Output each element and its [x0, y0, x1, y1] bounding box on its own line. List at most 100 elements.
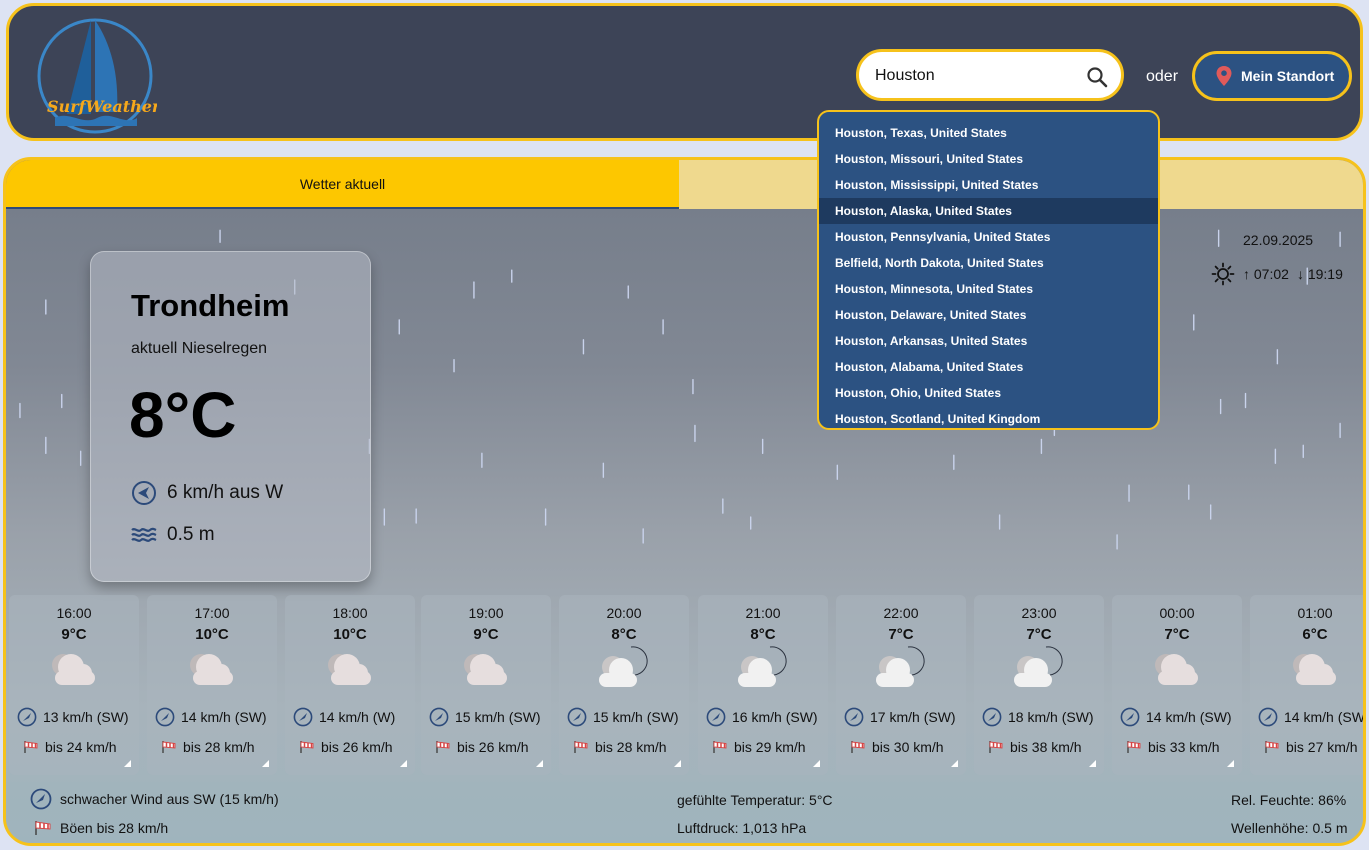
suggestion-item[interactable]: Houston, Mississippi, United States	[819, 172, 1158, 198]
hour-gust-text: bis 29 km/h	[734, 739, 806, 755]
windsock-icon	[300, 741, 314, 753]
wind-direction-icon	[293, 707, 313, 727]
hour-time: 18:00	[332, 605, 368, 621]
hourly-card[interactable]: 17:00 10°C 14 km/h (SW) bis 28 km/h	[147, 595, 277, 775]
suggestion-item[interactable]: Houston, Alabama, United States	[819, 354, 1158, 380]
city-name: Trondheim	[131, 288, 290, 323]
windsock-icon	[35, 821, 51, 835]
hourly-card[interactable]: 19:00 9°C 15 km/h (SW) bis 26 km/h	[421, 595, 551, 775]
suggestion-item[interactable]: Houston, Scotland, United Kingdom	[819, 406, 1158, 428]
hour-wind: 15 km/h (SW)	[567, 707, 679, 727]
current-wind: 6 km/h aus W	[131, 480, 283, 506]
expand-corner-icon	[813, 760, 820, 767]
expand-corner-icon	[1227, 760, 1234, 767]
suggestion-item[interactable]: Houston, Alaska, United States	[819, 198, 1158, 224]
hour-gust-text: bis 28 km/h	[183, 739, 255, 755]
hour-gust-text: bis 38 km/h	[1010, 739, 1082, 755]
expand-corner-icon	[1089, 760, 1096, 767]
hour-gust-text: bis 26 km/h	[457, 739, 529, 755]
sun-times: ↑ 07:02 ↓ 19:19	[1211, 262, 1343, 286]
wave-height: Wellenhöhe: 0.5 m	[1231, 820, 1348, 836]
hourly-card[interactable]: 01:00 6°C 14 km/h (SW) bis 27 km/h	[1250, 595, 1363, 775]
felt-temperature: gefühlte Temperatur: 5°C	[677, 792, 833, 808]
hour-time: 17:00	[194, 605, 230, 621]
hour-gust: bis 24 km/h	[23, 739, 117, 755]
suggestion-item[interactable]: Houston, Delaware, United States	[819, 302, 1158, 328]
wind-direction-icon	[155, 707, 175, 727]
sunrise-time: ↑ 07:02	[1243, 266, 1289, 282]
suggestion-item[interactable]: Belfield, North Dakota, United States	[819, 250, 1158, 276]
windsock-icon	[436, 741, 450, 753]
suggestion-item[interactable]: Houston, Pennsylvania, United States	[819, 224, 1158, 250]
hourly-card[interactable]: 22:00 7°C 17 km/h (SW) bis 30 km/h	[836, 595, 966, 775]
svg-text:SurfWeather: SurfWeather	[47, 97, 157, 116]
weather-details-footer: schwacher Wind aus SW (15 km/h) Böen bis…	[6, 782, 1363, 843]
partly-cloudy-night-icon	[738, 646, 787, 687]
hourly-card[interactable]: 18:00 10°C 14 km/h (W) bis 26 km/h	[285, 595, 415, 775]
tab-current-weather[interactable]: Wetter aktuell	[6, 160, 679, 209]
or-label: oder	[1146, 68, 1179, 85]
suggestion-item[interactable]: Houston, Minnesota, United States	[819, 276, 1158, 302]
wind-direction-icon	[429, 707, 449, 727]
hour-wind-text: 18 km/h (SW)	[1008, 709, 1094, 725]
windsock-icon	[24, 741, 38, 753]
hour-time: 00:00	[1159, 605, 1195, 621]
suggestion-list: Houston, Texas, United States Houston, Mi…	[819, 112, 1158, 428]
hour-temperature: 10°C	[333, 626, 367, 643]
hour-wind-text: 17 km/h (SW)	[870, 709, 956, 725]
hour-temperature: 7°C	[1026, 626, 1052, 643]
wind-direction-icon	[30, 788, 52, 810]
expand-corner-icon	[400, 760, 407, 767]
expand-corner-icon	[536, 760, 543, 767]
hour-wind: 14 km/h (SW)	[1258, 707, 1363, 727]
current-date: 22.09.2025	[1243, 232, 1314, 248]
surfweather-logo[interactable]: SurfWeather	[33, 14, 157, 138]
suggestion-item[interactable]: Houston, Ohio, United States	[819, 380, 1158, 406]
search-box	[856, 49, 1124, 101]
expand-corner-icon	[951, 760, 958, 767]
hour-temperature: 9°C	[473, 626, 499, 643]
hour-gust-text: bis 28 km/h	[595, 739, 667, 755]
hourly-card[interactable]: 20:00 8°C 15 km/h (SW) bis 28 km/h	[559, 595, 689, 775]
wind-direction-icon	[1120, 707, 1140, 727]
expand-corner-icon	[262, 760, 269, 767]
suggestion-item[interactable]: Houston, Texas, United States	[819, 120, 1158, 146]
hour-gust: bis 26 km/h	[435, 739, 529, 755]
wave-icon	[131, 527, 157, 542]
current-wave: 0.5 m	[131, 522, 215, 548]
hour-wind: 14 km/h (SW)	[1120, 707, 1232, 727]
hour-wind: 14 km/h (SW)	[155, 707, 267, 727]
sun-icon	[1211, 262, 1235, 286]
hour-temperature: 6°C	[1302, 626, 1328, 643]
footer-wind-text: schwacher Wind aus SW (15 km/h)	[60, 791, 279, 807]
hourly-card[interactable]: 16:00 9°C 13 km/h (SW) bis 24 km/h	[9, 595, 139, 775]
hourly-card[interactable]: 23:00 7°C 18 km/h (SW) bis 38 km/h	[974, 595, 1104, 775]
hour-wind: 14 km/h (W)	[293, 707, 395, 727]
hour-wind-text: 14 km/h (SW)	[1146, 709, 1232, 725]
suggestion-item[interactable]: Houston, Missouri, United States	[819, 146, 1158, 172]
cloudy-icon	[1155, 654, 1198, 685]
current-wave-text: 0.5 m	[167, 524, 215, 545]
hour-time: 19:00	[468, 605, 504, 621]
hour-gust: bis 30 km/h	[850, 739, 944, 755]
search-input[interactable]	[875, 64, 1075, 88]
hour-gust-text: bis 33 km/h	[1148, 739, 1220, 755]
my-location-button[interactable]: Mein Standort	[1192, 51, 1352, 101]
expand-corner-icon	[124, 760, 131, 767]
hour-gust: bis 26 km/h	[299, 739, 393, 755]
hourly-card[interactable]: 21:00 8°C 16 km/h (SW) bis 29 km/h	[698, 595, 828, 775]
suggestion-item[interactable]: Houston, Arkansas, United States	[819, 328, 1158, 354]
hourly-card[interactable]: 00:00 7°C 14 km/h (SW) bis 33 km/h	[1112, 595, 1242, 775]
hour-temperature: 7°C	[888, 626, 914, 643]
main-panel: Wetter aktuell Trondheim aktuell Nieselr…	[3, 157, 1366, 846]
hourly-forecast: 16:00 9°C 13 km/h (SW) bis 24 km/h 17:00 10°C…	[9, 595, 1363, 775]
hour-gust: bis 38 km/h	[988, 739, 1082, 755]
my-location-label: Mein Standort	[1241, 68, 1335, 84]
windsock-icon	[851, 741, 865, 753]
windsock-icon	[162, 741, 176, 753]
hour-wind: 16 km/h (SW)	[706, 707, 818, 727]
hour-wind: 17 km/h (SW)	[844, 707, 956, 727]
cloudy-icon	[1293, 654, 1336, 685]
hour-gust-text: bis 30 km/h	[872, 739, 944, 755]
search-icon[interactable]	[1085, 65, 1109, 89]
